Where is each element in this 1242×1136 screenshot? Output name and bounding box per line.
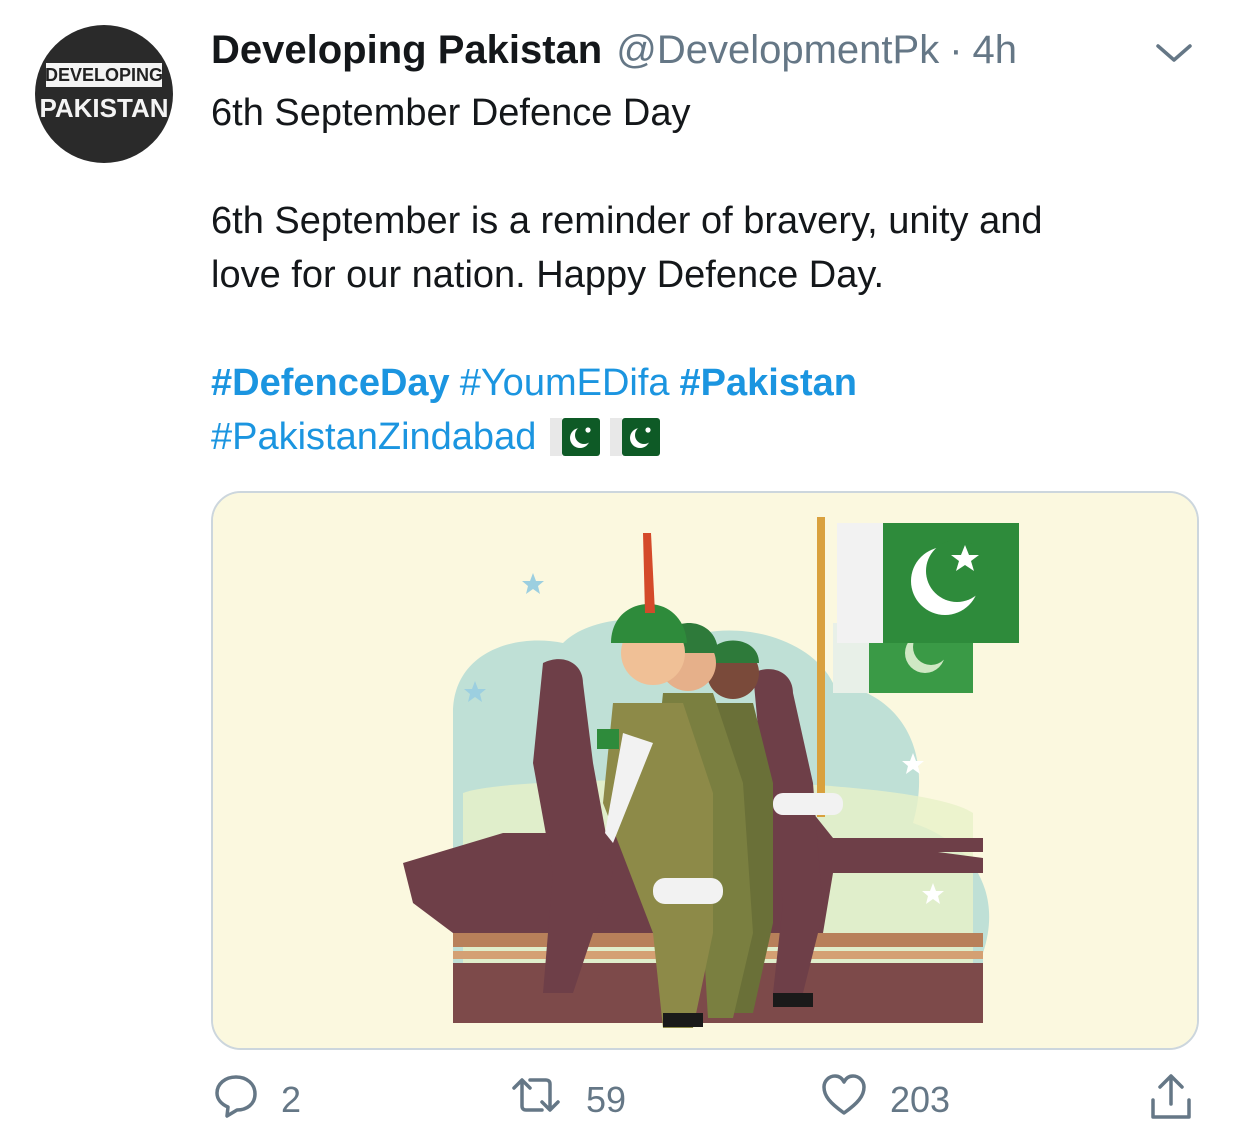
avatar[interactable]: DEVELOPING PAKISTAN bbox=[24, 25, 184, 163]
tweet-media-image[interactable] bbox=[211, 491, 1199, 1050]
tweet-actions: 2 59 203 bbox=[0, 1072, 1242, 1132]
retweet-icon bbox=[508, 1072, 564, 1127]
like-button[interactable]: 203 bbox=[820, 1072, 950, 1127]
share-icon bbox=[1148, 1072, 1194, 1131]
hashtag-pakistanzindabad[interactable]: #PakistanZindabad bbox=[211, 410, 536, 464]
tweet-header: Developing Pakistan @DevelopmentPk · 4h bbox=[211, 28, 1017, 80]
heart-icon bbox=[820, 1072, 868, 1127]
hashtag-pakistan[interactable]: #Pakistan bbox=[680, 362, 857, 404]
reply-button[interactable]: 2 bbox=[213, 1072, 301, 1127]
share-button[interactable] bbox=[1148, 1072, 1194, 1131]
marching-soldiers-illustration bbox=[213, 493, 1197, 1048]
hashtag-line: #DefenceDay #YoumEDifa #Pakistan bbox=[211, 356, 857, 410]
avatar-text-top: DEVELOPING bbox=[45, 65, 163, 85]
tweet-title-line: 6th September Defence Day bbox=[211, 92, 691, 134]
hashtag-line: #PakistanZindabad bbox=[211, 410, 661, 464]
hashtag-defenceday[interactable]: #DefenceDay bbox=[211, 362, 450, 404]
reply-count: 2 bbox=[281, 1078, 302, 1120]
tweet-body-line: love for our nation. Happy Defence Day. bbox=[211, 254, 885, 296]
pakistan-flag-emoji bbox=[610, 418, 661, 456]
like-count: 203 bbox=[890, 1078, 951, 1120]
avatar-text-bottom: PAKISTAN bbox=[39, 93, 168, 123]
pakistan-flag-emoji bbox=[550, 418, 601, 456]
tweet-body-line: 6th September is a reminder of bravery, … bbox=[211, 200, 1043, 242]
retweet-button[interactable]: 59 bbox=[508, 1072, 626, 1127]
reply-icon bbox=[213, 1072, 259, 1127]
chevron-down-icon[interactable] bbox=[1152, 38, 1196, 68]
separator-dot: · bbox=[949, 28, 963, 72]
display-name[interactable]: Developing Pakistan bbox=[211, 28, 602, 73]
retweet-count: 59 bbox=[586, 1078, 627, 1120]
hashtag-youmedifa[interactable]: #YoumEDifa bbox=[460, 362, 670, 404]
user-handle[interactable]: @DevelopmentPk bbox=[616, 28, 939, 73]
timestamp[interactable]: 4h bbox=[973, 28, 1018, 73]
